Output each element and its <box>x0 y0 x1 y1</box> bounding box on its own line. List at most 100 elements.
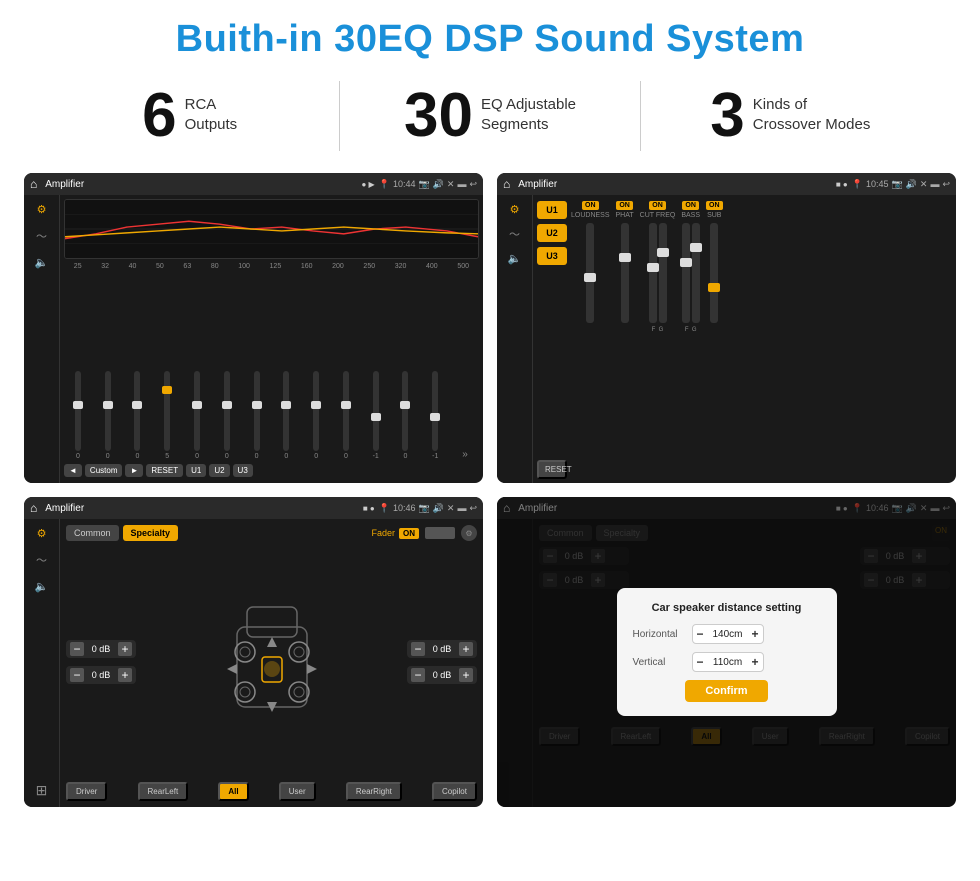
eq-u3-btn[interactable]: U3 <box>233 464 253 477</box>
crossover-u2-btn[interactable]: U2 <box>537 224 567 242</box>
fader-rearright-btn[interactable]: RearRight <box>346 782 402 801</box>
eq-screen-panel: ⌂ Amplifier ● ▶ 📍 10:44 📷 🔊 ✕ ▬ ↩ ⚙ 〜 🔈 <box>24 173 483 483</box>
eq-slider-13[interactable]: -1 <box>421 371 449 460</box>
crossover-layout: U1 U2 U3 RESET ON LOUDNESS <box>537 201 952 479</box>
eq-slider-2[interactable]: 0 <box>94 371 122 460</box>
dialog-horizontal-minus[interactable]: − <box>697 627 704 641</box>
dialog-horizontal-plus[interactable]: + <box>752 627 759 641</box>
crossover-close-icon: ✕ <box>920 179 928 190</box>
eq-u1-btn[interactable]: U1 <box>186 464 206 477</box>
eq-expand-icon[interactable]: » <box>451 449 479 460</box>
dialog-vertical-plus[interactable]: + <box>752 655 759 669</box>
fader-minus-btn-2[interactable]: − <box>70 668 84 682</box>
crossover-cutfreq-on[interactable]: ON <box>649 201 666 210</box>
crossover-sub-track[interactable] <box>710 223 718 323</box>
fader-specialty-tab[interactable]: Specialty <box>123 525 179 541</box>
eq-slider-12[interactable]: 0 <box>392 371 420 460</box>
eq-slider-4[interactable]: 5 <box>153 371 181 460</box>
eq-sidebar: ⚙ 〜 🔈 <box>24 195 60 483</box>
dialog-horizontal-stepper[interactable]: − 140cm + <box>692 624 764 644</box>
crossover-u3-btn[interactable]: U3 <box>537 247 567 265</box>
eq-slider-10[interactable]: 0 <box>332 371 360 460</box>
fader-plus-btn-1[interactable]: + <box>118 642 132 656</box>
crossover-loudness-on[interactable]: ON <box>582 201 599 210</box>
eq-slider-1[interactable]: 0 <box>64 371 92 460</box>
fader-plus-btn-2[interactable]: + <box>118 668 132 682</box>
crossover-phat-track[interactable] <box>621 223 629 323</box>
crossover-filter-icon[interactable]: ⚙ <box>510 203 520 216</box>
crossover-loudness-track[interactable] <box>586 223 594 323</box>
crossover-reset-btn[interactable]: RESET <box>537 460 567 479</box>
crossover-speaker-icon[interactable]: 🔈 <box>508 252 522 265</box>
fader-minus-btn-3[interactable]: − <box>411 642 425 656</box>
crossover-back-icon[interactable]: ↩ <box>942 179 950 190</box>
fader-back-icon[interactable]: ↩ <box>469 503 477 514</box>
crossover-cutfreq-track-f[interactable] <box>649 223 657 323</box>
eq-slider-9[interactable]: 0 <box>302 371 330 460</box>
fader-minus-btn-1[interactable]: − <box>70 642 84 656</box>
eq-slider-3[interactable]: 0 <box>124 371 152 460</box>
stat-crossover: 3 Kinds of Crossover Modes <box>661 85 920 147</box>
eq-prev-btn[interactable]: ◄ <box>64 464 82 477</box>
fader-plus-btn-4[interactable]: + <box>459 668 473 682</box>
fader-settings-icon[interactable]: ⚙ <box>461 525 477 541</box>
fader-minus-btn-4[interactable]: − <box>411 668 425 682</box>
eq-u2-btn[interactable]: U2 <box>209 464 229 477</box>
fader-filter-icon[interactable]: ⚙ <box>37 527 47 540</box>
eq-speaker-icon[interactable]: 🔈 <box>35 256 49 269</box>
crossover-sub-on[interactable]: ON <box>706 201 723 210</box>
stat-divider-2 <box>640 81 641 151</box>
fader-right-controls: − 0 dB + − 0 dB + <box>407 640 477 684</box>
dialog-vertical-stepper[interactable]: − 110cm + <box>692 652 764 672</box>
crossover-bass-track-f[interactable] <box>682 223 690 323</box>
fader-common-tab[interactable]: Common <box>66 525 119 541</box>
back-icon[interactable]: ↩ <box>469 179 477 190</box>
crossover-bass-track-g[interactable] <box>692 223 700 323</box>
eq-slider-6[interactable]: 0 <box>213 371 241 460</box>
stat-eq-number: 30 <box>404 85 473 147</box>
fader-rearleft-btn[interactable]: RearLeft <box>138 782 189 801</box>
dialog-vertical-minus[interactable]: − <box>697 655 704 669</box>
crossover-status-icons: 📍 10:45 📷 🔊 ✕ ▬ ↩ <box>852 179 950 190</box>
crossover-wave-icon[interactable]: 〜 <box>509 226 520 242</box>
fader-home-icon[interactable]: ⌂ <box>30 501 37 515</box>
dialog-confirm-button[interactable]: Confirm <box>685 680 767 702</box>
stat-eq: 30 EQ Adjustable Segments <box>360 85 619 147</box>
eq-reset-btn[interactable]: RESET <box>146 464 183 477</box>
crossover-bass-on[interactable]: ON <box>682 201 699 210</box>
eq-slider-11[interactable]: -1 <box>362 371 390 460</box>
eq-slider-7[interactable]: 0 <box>243 371 271 460</box>
fader-expand-icon[interactable]: ⊞ <box>36 782 48 799</box>
eq-time: 10:44 <box>393 179 416 189</box>
eq-wave-icon[interactable]: 〜 <box>36 228 47 244</box>
fader-copilot-btn[interactable]: Copilot <box>432 782 477 801</box>
crossover-home-icon[interactable]: ⌂ <box>503 177 510 191</box>
fader-driver-btn[interactable]: Driver <box>66 782 107 801</box>
eq-filter-icon[interactable]: ⚙ <box>37 203 47 216</box>
car-diagram <box>144 597 399 727</box>
home-icon[interactable]: ⌂ <box>30 177 37 191</box>
fader-speaker-icon[interactable]: 🔈 <box>35 580 49 593</box>
fader-status-icons: 📍 10:46 📷 🔊 ✕ ▬ ↩ <box>379 503 477 514</box>
fader-on-badge[interactable]: ON <box>399 528 419 539</box>
fader-close-icon: ✕ <box>447 503 455 514</box>
fader-plus-btn-3[interactable]: + <box>459 642 473 656</box>
volume-icon: 🔊 <box>433 179 444 190</box>
crossover-dot: ■ ● <box>836 180 848 189</box>
fader-wave-icon[interactable]: 〜 <box>36 552 47 568</box>
dialog-box: Car speaker distance setting Horizontal … <box>617 588 837 716</box>
eq-slider-8[interactable]: 0 <box>272 371 300 460</box>
fader-user-btn[interactable]: User <box>279 782 316 801</box>
eq-custom-btn[interactable]: Custom <box>85 464 123 477</box>
eq-slider-5[interactable]: 0 <box>183 371 211 460</box>
crossover-cutfreq-track-g[interactable] <box>659 223 667 323</box>
fader-all-btn[interactable]: All <box>218 782 248 801</box>
fader-car-area: − 0 dB + − 0 dB + <box>66 545 477 778</box>
fader-status-bar: ⌂ Amplifier ■ ● 📍 10:46 📷 🔊 ✕ ▬ ↩ <box>24 497 483 519</box>
fader-slider-mini[interactable] <box>425 527 455 539</box>
dialog-vertical-value: 110cm <box>708 657 748 668</box>
crossover-phat-on[interactable]: ON <box>616 201 633 210</box>
eq-play-btn[interactable]: ► <box>125 464 143 477</box>
fader-db-value-2: 0 dB <box>87 670 115 680</box>
crossover-u1-btn[interactable]: U1 <box>537 201 567 219</box>
